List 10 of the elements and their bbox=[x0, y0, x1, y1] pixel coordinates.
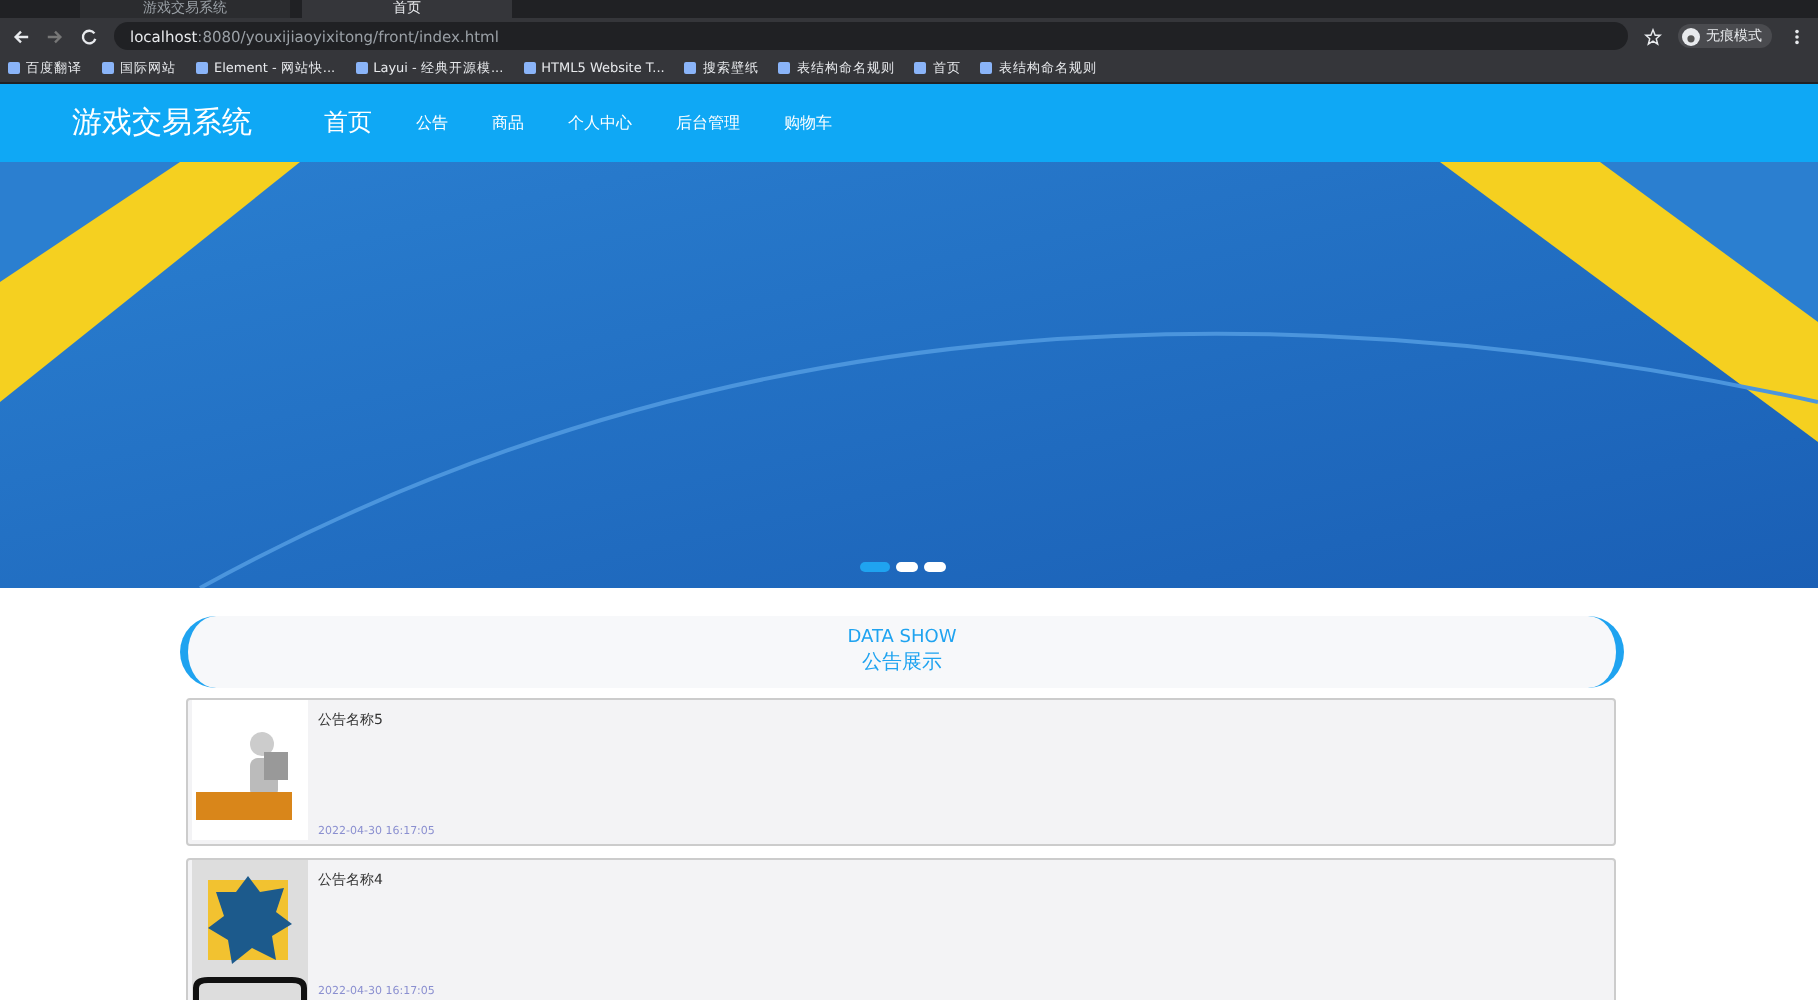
section-title: 公告展示 bbox=[862, 649, 942, 676]
incognito-icon bbox=[1682, 27, 1700, 45]
news-badge-picture bbox=[192, 860, 308, 1000]
star-icon[interactable] bbox=[1644, 27, 1662, 45]
forward-icon[interactable] bbox=[46, 27, 64, 45]
news-picture bbox=[192, 700, 308, 840]
reload-icon[interactable] bbox=[80, 27, 98, 45]
back-icon[interactable] bbox=[12, 27, 30, 45]
site-brand: 游戏交易系统 bbox=[72, 104, 252, 142]
section-subtitle: DATA SHOW bbox=[847, 628, 957, 648]
